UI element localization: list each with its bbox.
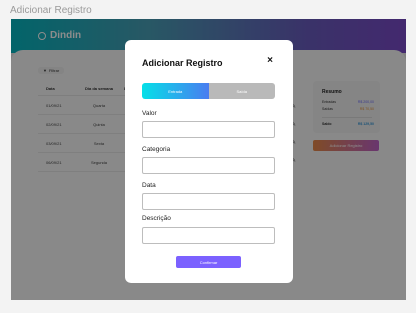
valor-input[interactable] bbox=[142, 121, 275, 138]
toggle-saida[interactable]: Saída bbox=[208, 83, 275, 99]
type-toggle: Entrada Saída bbox=[142, 83, 275, 99]
frame-title: Adicionar Registro bbox=[10, 5, 92, 16]
data-label: Data bbox=[142, 182, 156, 189]
data-input[interactable] bbox=[142, 193, 275, 210]
toggle-entrada[interactable]: Entrada bbox=[142, 83, 209, 99]
confirm-button[interactable]: Confirmar bbox=[176, 256, 241, 268]
modal-title: Adicionar Registro bbox=[142, 58, 223, 68]
add-record-modal: Adicionar Registro × Entrada Saída Valor… bbox=[125, 40, 293, 283]
categoria-input[interactable] bbox=[142, 157, 275, 174]
descricao-label: Descrição bbox=[142, 215, 171, 222]
descricao-input[interactable] bbox=[142, 227, 275, 244]
valor-label: Valor bbox=[142, 110, 157, 117]
categoria-label: Categoria bbox=[142, 146, 171, 153]
close-icon[interactable]: × bbox=[265, 56, 275, 66]
